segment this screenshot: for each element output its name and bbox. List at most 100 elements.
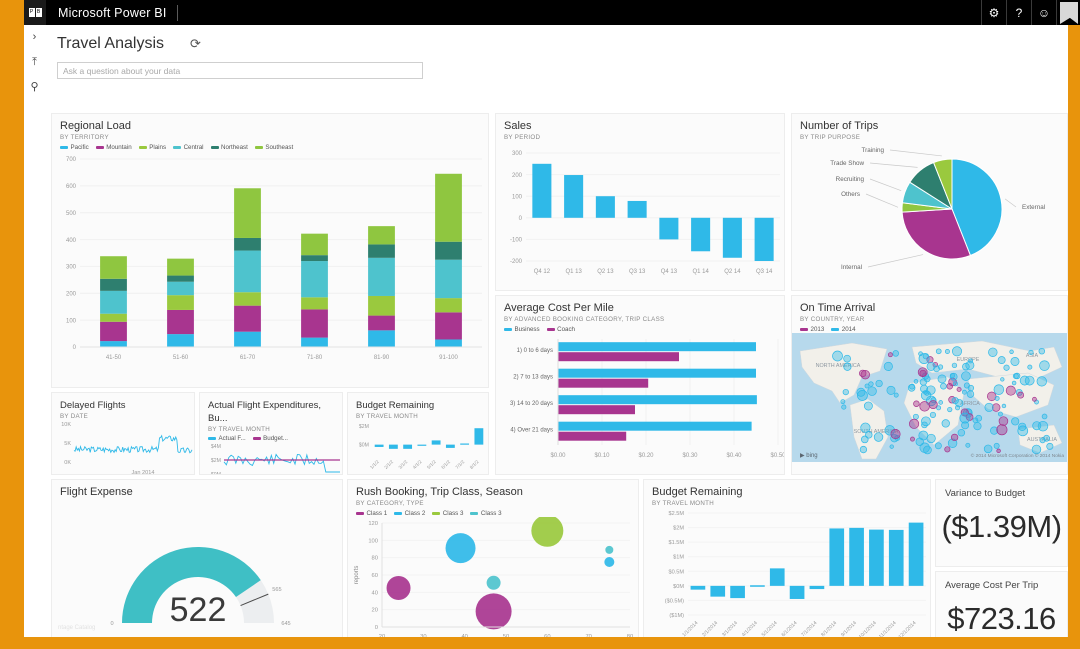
tile-regional-load[interactable]: Regional Load BY TERRITORY Pacific Mount… (51, 113, 489, 388)
legend-label: Plains (149, 144, 166, 151)
help-icon[interactable]: ? (1006, 0, 1031, 25)
chart-number-of-trips: ExternalInternalOthersRecruitingTrade Sh… (792, 141, 1068, 289)
chart-avg-cost-per-mile: $0.00$0.10$0.20$0.30$0.40$0.501) 0 to 6 … (496, 333, 785, 475)
svg-text:100: 100 (66, 318, 77, 324)
pin-upload-icon[interactable]: ⤒ (32, 57, 37, 68)
svg-text:Q2 14: Q2 14 (724, 269, 741, 275)
svg-text:$0.5M: $0.5M (668, 569, 684, 575)
tile-title: Regional Load (52, 114, 488, 133)
svg-text:300: 300 (512, 151, 523, 157)
svg-text:60: 60 (544, 634, 550, 637)
svg-text:$0M: $0M (211, 472, 221, 475)
svg-text:81-90: 81-90 (374, 355, 390, 361)
chart-sales: -200-1000100200300Q4 12Q1 13Q2 13Q3 13Q4… (496, 141, 785, 289)
svg-text:8/1/2: 8/1/2 (469, 459, 480, 470)
tile-title: Sales (496, 114, 784, 133)
page-header: Travel Analysis ⟳ (45, 25, 1068, 53)
smiley-feedback-icon[interactable]: ☺ (1031, 0, 1056, 25)
legend-item: Class 1 (356, 510, 387, 517)
svg-text:5K: 5K (64, 441, 71, 447)
legend-item: Class 3 (432, 510, 463, 517)
tile-avg-cost-per-mile[interactable]: Average Cost Per Mile BY ADVANCED BOOKIN… (495, 295, 785, 475)
svg-text:$0.10: $0.10 (594, 453, 610, 459)
tile-title: On Time Arrival (792, 296, 1067, 315)
svg-text:$2M: $2M (211, 458, 221, 464)
svg-text:500: 500 (66, 211, 77, 217)
svg-text:0: 0 (73, 345, 77, 351)
topbar-divider (177, 5, 178, 21)
svg-text:-200: -200 (510, 259, 523, 265)
flag-icon[interactable] (1056, 0, 1080, 25)
svg-text:0: 0 (110, 621, 113, 627)
svg-text:($1M): ($1M) (669, 613, 684, 619)
svg-text:11/1/2014: 11/1/2014 (878, 620, 898, 637)
refresh-icon[interactable]: ⟳ (190, 36, 201, 52)
svg-text:© 2014 Microsoft Corporation: © 2014 Microsoft Corporation © 2014 Noki… (971, 452, 1065, 459)
svg-text:5/1/2: 5/1/2 (426, 459, 437, 470)
tile-subtitle: BY TRAVEL MONTH (644, 499, 930, 507)
tile-on-time-arrival[interactable]: On Time Arrival BY COUNTRY, YEAR 2013 20… (791, 295, 1068, 475)
legend-label: Central (184, 144, 204, 151)
app-brand-title: Microsoft Power BI (46, 6, 177, 20)
search-input[interactable]: Ask a question about your data (57, 62, 423, 79)
powerbi-logo-icon[interactable]: PB (24, 0, 46, 25)
svg-text:Q1 13: Q1 13 (565, 269, 582, 275)
svg-text:3/1/2014: 3/1/2014 (721, 620, 739, 637)
legend-item: 2014 (831, 326, 855, 333)
tile-number-of-trips[interactable]: Number of Trips BY TRIP PURPOSE External… (791, 113, 1068, 291)
legend-label: Business (515, 326, 540, 333)
chart-budget-remaining-small: $2M$0M1/1/22/1/23/1/24/1/25/1/26/1/27/1/… (348, 420, 489, 475)
tile-budget-remaining-large[interactable]: Budget Remaining BY TRAVEL MONTH $2.5M$2… (643, 479, 931, 637)
svg-text:Others: Others (841, 191, 860, 198)
svg-text:100: 100 (512, 194, 523, 200)
tile-flight-expense[interactable]: Flight Expense 5650645522ntage Catalog (51, 479, 343, 637)
gear-icon[interactable]: ⚙ (981, 0, 1006, 25)
tile-actual-flight-expenditures[interactable]: Actual Flight Expenditures, Bu... BY TRA… (199, 392, 343, 475)
tile-delayed-flights[interactable]: Delayed Flights BY DATE 10K5K0KJan 2014 (51, 392, 195, 475)
svg-text:41-50: 41-50 (106, 355, 122, 361)
svg-text:700: 700 (66, 157, 77, 163)
tile-average-cost-per-trip[interactable]: Average Cost Per Trip $723.16 (935, 571, 1068, 637)
svg-text:$4M: $4M (211, 444, 221, 450)
chart-delayed-flights: 10K5K0KJan 2014 (52, 420, 195, 475)
report-canvas: Travel Analysis ⟳ Ask a question about y… (45, 25, 1068, 637)
expand-nav-icon[interactable]: › (33, 32, 37, 43)
tile-sales[interactable]: Sales BY PERIOD -200-1000100200300Q4 12Q… (495, 113, 785, 291)
svg-text:60: 60 (372, 573, 378, 579)
tile-title: Budget Remaining (644, 480, 930, 499)
svg-text:20: 20 (379, 634, 385, 637)
svg-text:ntage Catalog: ntage Catalog (58, 625, 95, 631)
svg-text:50: 50 (503, 634, 509, 637)
tile-title: Average Cost Per Mile (496, 296, 784, 315)
tile-title: Budget Remaining (348, 393, 488, 412)
legend-label: Mountain (106, 144, 131, 151)
svg-text:External: External (1022, 204, 1045, 211)
svg-text:$1M: $1M (673, 555, 684, 561)
svg-text:Q1 14: Q1 14 (692, 269, 709, 275)
map-on-time-arrival[interactable]: NORTH AMERICASOUTH AMERICAEUROPEAFRICAAS… (792, 333, 1068, 462)
legend-item: Plains (139, 144, 166, 151)
svg-text:20: 20 (372, 608, 378, 614)
svg-text:$2.5M: $2.5M (668, 511, 684, 517)
legend-label: 2013 (811, 326, 825, 333)
legend-item: Mountain (96, 144, 132, 151)
svg-text:4/1/2014: 4/1/2014 (741, 620, 759, 637)
chart-regional-load: 010020030040050060070041-5051-6061-7071-… (52, 151, 489, 376)
tile-variance-to-budget[interactable]: Variance to Budget ($1.39M) (935, 479, 1068, 567)
svg-text:565: 565 (272, 587, 281, 593)
page-title: Travel Analysis (57, 35, 164, 53)
legend-regional-load: Pacific Mountain Plains Central Northeas… (52, 141, 488, 151)
svg-text:Trade Show: Trade Show (830, 160, 864, 167)
chart-budget-remaining-large: $2.5M$2M$1.5M$1M$0.5M$0M($0.5M)($1M)1/1/… (644, 507, 931, 637)
tile-rush-booking[interactable]: Rush Booking, Trip Class, Season BY CATE… (347, 479, 639, 637)
svg-text:645: 645 (281, 621, 290, 627)
search-icon[interactable]: ⚲ (30, 82, 38, 93)
svg-text:▶ bing: ▶ bing (800, 453, 818, 459)
tile-budget-remaining-small[interactable]: Budget Remaining BY TRAVEL MONTH $2M$0M1… (347, 392, 489, 475)
svg-text:51-60: 51-60 (173, 355, 189, 361)
legend-item: Pacific (60, 144, 89, 151)
topbar-icon-group: ⚙ ? ☺ (981, 0, 1056, 25)
kpi-label: Variance to Budget (936, 480, 1067, 499)
svg-text:40: 40 (372, 590, 378, 596)
tile-subtitle: BY TERRITORY (52, 133, 488, 141)
